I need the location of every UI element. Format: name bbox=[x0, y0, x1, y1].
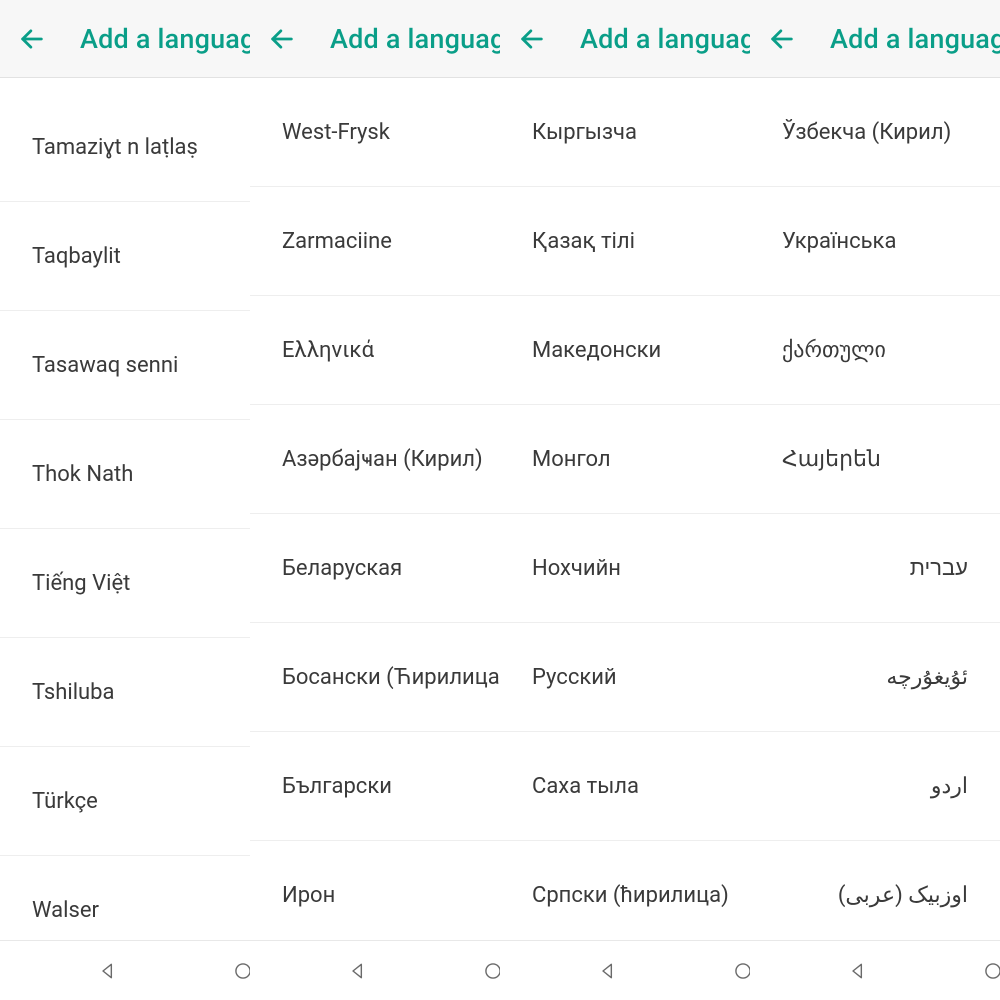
language-label: Tshiluba bbox=[32, 680, 115, 705]
language-item[interactable]: Кыргызча bbox=[500, 78, 750, 187]
language-label: Нохчийн bbox=[532, 556, 621, 581]
language-list: Tamaziɣt n laṭlaṣ Taqbaylit Tasawaq senni T… bbox=[0, 78, 250, 1000]
language-item[interactable]: Български bbox=[250, 732, 500, 841]
language-label: Српски (ћирилица) bbox=[532, 883, 729, 908]
language-item[interactable]: Беларуская bbox=[250, 514, 500, 623]
page-title: Add a language bbox=[330, 23, 500, 55]
language-item[interactable]: Українська bbox=[750, 187, 1000, 296]
language-item[interactable]: Саха тыла bbox=[500, 732, 750, 841]
nav-back-icon[interactable] bbox=[597, 960, 619, 982]
nav-back-icon[interactable] bbox=[347, 960, 369, 982]
language-label: Walser bbox=[32, 898, 99, 923]
language-label: ئۇيغۇرچە bbox=[886, 665, 968, 690]
language-item[interactable]: Ελληνικά bbox=[250, 296, 500, 405]
language-label: Zarmaciine bbox=[282, 229, 392, 254]
language-label: Български bbox=[282, 774, 392, 799]
language-label: Русский bbox=[532, 665, 617, 690]
back-arrow-icon[interactable] bbox=[518, 25, 546, 53]
language-label: Tasawaq senni bbox=[32, 353, 178, 378]
language-item[interactable]: Ирон bbox=[250, 841, 500, 950]
app-bar: Add a language bbox=[500, 0, 750, 78]
nav-home-icon[interactable] bbox=[482, 960, 501, 982]
language-label: Азәрбајҹан (Кирил) bbox=[282, 447, 483, 472]
language-item[interactable]: ئۇيغۇرچە bbox=[750, 623, 1000, 732]
language-item[interactable]: ქართული bbox=[750, 296, 1000, 405]
language-item[interactable]: Қазақ тілі bbox=[500, 187, 750, 296]
back-arrow-icon[interactable] bbox=[768, 25, 796, 53]
language-list: West-Frysk Zarmaciine Ελληνικά Азәрбајҹан (… bbox=[250, 78, 500, 1000]
nav-back-icon[interactable] bbox=[847, 960, 869, 982]
page-title: Add a language bbox=[830, 23, 1000, 55]
language-label: Ирон bbox=[282, 883, 335, 908]
language-label: עברית bbox=[910, 555, 968, 581]
nav-home-icon[interactable] bbox=[232, 960, 251, 982]
language-item[interactable]: Босански (Ћирилица) bbox=[250, 623, 500, 732]
language-label: Tamaziɣt n laṭlaṣ bbox=[32, 134, 198, 160]
app-bar: Add a language bbox=[750, 0, 1000, 78]
navigation-bar bbox=[500, 940, 750, 1000]
language-panel: Add a language Кыргызча Қазақ тілі Македонс… bbox=[500, 0, 750, 1000]
language-item[interactable]: Türkçe bbox=[0, 747, 250, 856]
language-panel: Add a language West-Frysk Zarmaciine Ελληνι… bbox=[250, 0, 500, 1000]
page-title: Add a language bbox=[80, 23, 250, 55]
language-item[interactable]: Tshiluba bbox=[0, 638, 250, 747]
language-label: Саха тыла bbox=[532, 774, 639, 799]
nav-back-icon[interactable] bbox=[97, 960, 119, 982]
language-label: Беларуская bbox=[282, 556, 402, 581]
language-label: اوزبیک (عربی) bbox=[838, 883, 968, 908]
language-label: Հայերեն bbox=[782, 447, 881, 472]
back-arrow-icon[interactable] bbox=[18, 25, 46, 53]
language-label: Taqbaylit bbox=[32, 244, 121, 269]
language-item[interactable]: West-Frysk bbox=[250, 78, 500, 187]
language-item[interactable]: Нохчийн bbox=[500, 514, 750, 623]
language-item[interactable]: Азәрбајҹан (Кирил) bbox=[250, 405, 500, 514]
language-panel: Add a language Ўзбекча (Кирил) Українська ქ… bbox=[750, 0, 1000, 1000]
navigation-bar bbox=[0, 940, 250, 1000]
language-label: Кыргызча bbox=[532, 120, 637, 145]
language-list: Ўзбекча (Кирил) Українська ქართული Հայերեն ע… bbox=[750, 78, 1000, 1000]
language-label: Босански (Ћирилица) bbox=[282, 665, 500, 690]
nav-home-icon[interactable] bbox=[982, 960, 1000, 982]
language-item[interactable]: Հայերեն bbox=[750, 405, 1000, 514]
navigation-bar bbox=[250, 940, 500, 1000]
language-label: Thok Nath bbox=[32, 462, 133, 487]
language-item[interactable]: Zarmaciine bbox=[250, 187, 500, 296]
app-bar: Add a language bbox=[0, 0, 250, 78]
language-item[interactable]: עברית bbox=[750, 514, 1000, 623]
language-panel: Add a language Tamaziɣt n laṭlaṣ Taqbaylit… bbox=[0, 0, 250, 1000]
language-item[interactable]: Tasawaq senni bbox=[0, 311, 250, 420]
language-label: Українська bbox=[782, 229, 896, 254]
language-item[interactable]: Thok Nath bbox=[0, 420, 250, 529]
language-item[interactable]: اردو bbox=[750, 732, 1000, 841]
app-bar: Add a language bbox=[250, 0, 500, 78]
language-label: Tiếng Việt bbox=[32, 571, 130, 596]
language-item[interactable]: Taqbaylit bbox=[0, 202, 250, 311]
back-arrow-icon[interactable] bbox=[268, 25, 296, 53]
language-label: Македонски bbox=[532, 338, 661, 363]
language-label: Ўзбекча (Кирил) bbox=[782, 120, 951, 145]
language-label: Türkçe bbox=[32, 789, 98, 814]
language-list: Кыргызча Қазақ тілі Македонски Монгол Нохчий… bbox=[500, 78, 750, 1000]
language-item[interactable]: Русский bbox=[500, 623, 750, 732]
language-label: West-Frysk bbox=[282, 120, 390, 145]
language-item[interactable]: اوزبیک (عربی) bbox=[750, 841, 1000, 950]
navigation-bar bbox=[750, 940, 1000, 1000]
page-title: Add a language bbox=[580, 23, 750, 55]
language-item[interactable]: Ўзбекча (Кирил) bbox=[750, 78, 1000, 187]
language-item[interactable]: Српски (ћирилица) bbox=[500, 841, 750, 950]
language-label: ქართული bbox=[782, 338, 886, 363]
language-label: Қазақ тілі bbox=[532, 229, 635, 254]
language-item[interactable]: Монгол bbox=[500, 405, 750, 514]
nav-home-icon[interactable] bbox=[732, 960, 751, 982]
language-item[interactable]: Tamaziɣt n laṭlaṣ bbox=[0, 93, 250, 202]
language-item[interactable]: Tiếng Việt bbox=[0, 529, 250, 638]
language-label: Ελληνικά bbox=[282, 338, 374, 363]
language-label: Монгол bbox=[532, 447, 611, 472]
language-label: اردو bbox=[931, 774, 968, 799]
language-item[interactable]: Македонски bbox=[500, 296, 750, 405]
